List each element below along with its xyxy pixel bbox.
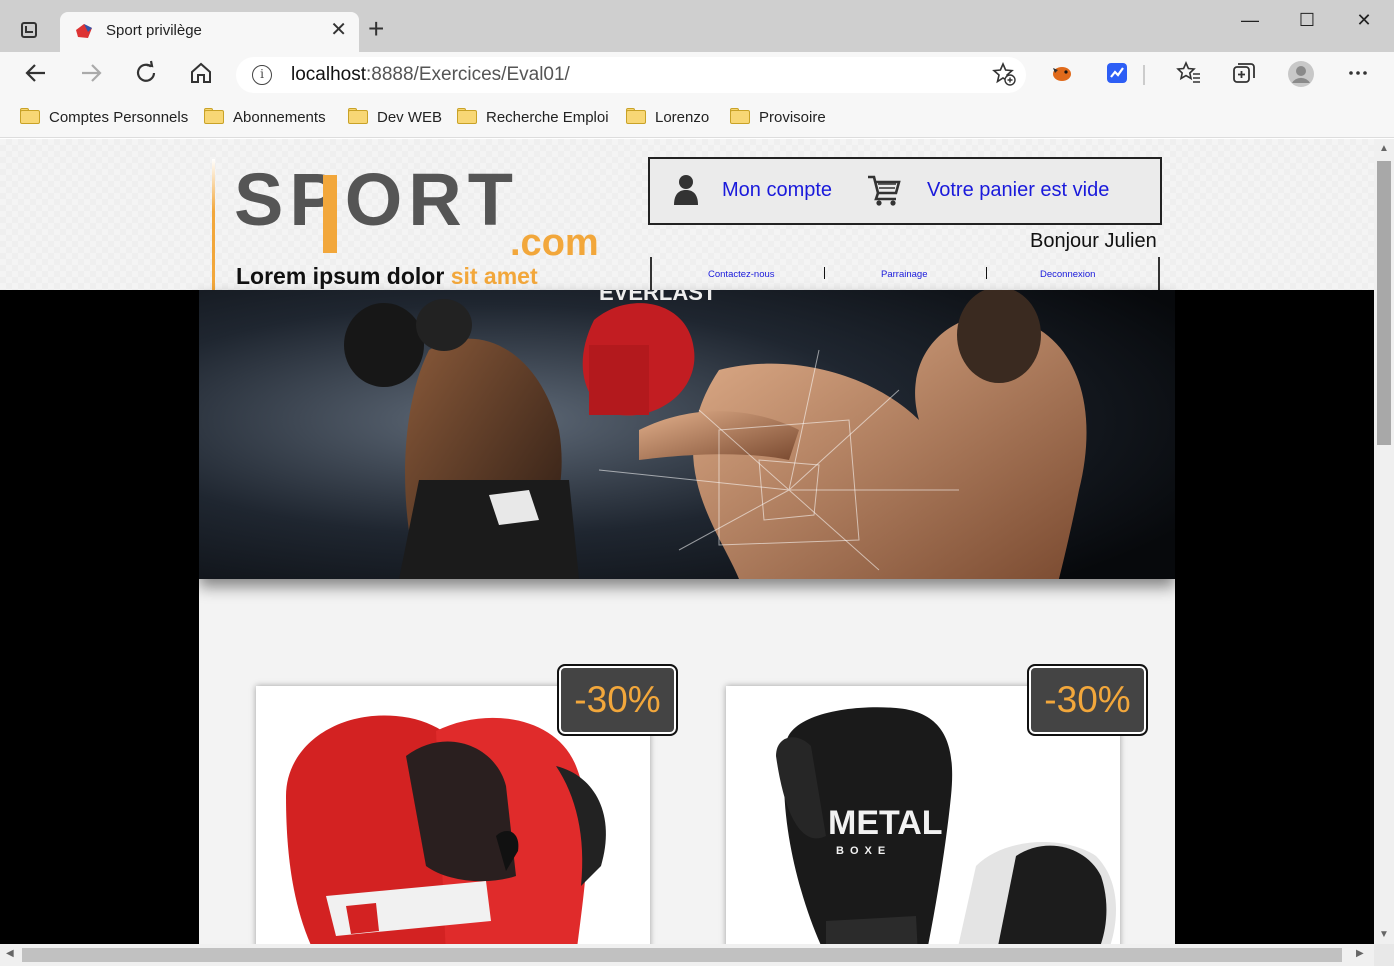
link-separator <box>824 267 825 279</box>
bookmark-folder[interactable]: Provisoire <box>730 108 826 128</box>
bookmarks-bar: Comptes Personnels Abonnements Dev WEB R… <box>0 98 1394 138</box>
logout-link[interactable]: Deconnexion <box>1040 269 1095 280</box>
link-separator <box>986 267 987 279</box>
bookmark-folder[interactable]: Comptes Personnels <box>20 108 188 128</box>
account-panel: Mon compte Votre panier est vide <box>648 157 1162 225</box>
svg-text:SPORT: SPORT <box>234 165 519 241</box>
new-tab-button[interactable]: + <box>368 14 384 44</box>
my-account-link[interactable]: Mon compte <box>722 179 832 202</box>
settings-more-icon[interactable] <box>1343 60 1373 90</box>
cart-icon[interactable] <box>866 173 902 207</box>
maximize-button[interactable]: ☐ <box>1284 6 1330 34</box>
contact-link[interactable]: Contactez-nous <box>708 269 775 280</box>
collections-icon[interactable] <box>1229 60 1259 90</box>
vertical-scroll-thumb[interactable] <box>1377 161 1391 445</box>
logo-accent-bar <box>212 159 215 290</box>
tab-close-icon[interactable]: ✕ <box>330 20 347 40</box>
svg-text:METAL: METAL <box>828 804 943 842</box>
site-info-icon[interactable]: i <box>252 65 272 85</box>
page-viewport: SPORT .com Lorem ipsum dolor sit amet Mo… <box>0 139 1374 944</box>
folder-icon <box>730 108 750 124</box>
forward-icon[interactable] <box>76 60 106 90</box>
horizontal-scroll-thumb[interactable] <box>22 948 1342 962</box>
scroll-left-icon[interactable]: ◀ <box>6 948 14 959</box>
extension-chart-icon[interactable] <box>1102 60 1132 90</box>
tab-title: Sport privilège <box>106 22 202 39</box>
url-text[interactable]: localhost:8888/Exercices/Eval01/ <box>291 64 570 86</box>
main-container: EVERLAST -30% METAL BOXE -30% <box>199 290 1175 944</box>
home-icon[interactable] <box>186 60 216 90</box>
folder-icon <box>20 108 40 124</box>
site-slogan: Lorem ipsum dolor sit amet <box>236 263 538 289</box>
scroll-up-icon[interactable]: ▲ <box>1377 143 1391 154</box>
account-links: Contactez-nous Parrainage Deconnexion <box>650 257 1160 290</box>
user-icon <box>674 175 698 205</box>
favorites-icon[interactable] <box>1174 60 1204 90</box>
horizontal-scrollbar[interactable]: ◀ ▶ <box>0 944 1374 966</box>
referral-link[interactable]: Parrainage <box>881 269 927 280</box>
folder-icon <box>204 108 224 124</box>
cart-status-link[interactable]: Votre panier est vide <box>927 179 1109 202</box>
site-header: SPORT .com Lorem ipsum dolor sit amet Mo… <box>0 139 1374 290</box>
discount-badge: -30% <box>1027 664 1148 736</box>
scroll-down-icon[interactable]: ▼ <box>1377 929 1391 940</box>
add-favorite-icon[interactable] <box>992 61 1016 92</box>
vertical-scrollbar[interactable]: ▲ ▼ <box>1374 139 1394 944</box>
bookmark-folder[interactable]: Abonnements <box>204 108 326 128</box>
extension-fish-icon[interactable] <box>1047 60 1077 90</box>
profile-avatar-icon[interactable] <box>1286 60 1316 90</box>
svg-text:BOXE: BOXE <box>836 845 891 857</box>
svg-text:.com: .com <box>510 222 599 257</box>
discount-badge: -30% <box>557 664 678 736</box>
hero-banner-image: EVERLAST <box>199 290 1175 579</box>
site-favicon-icon <box>76 24 92 38</box>
folder-icon <box>626 108 646 124</box>
back-icon[interactable] <box>21 60 51 90</box>
bookmark-folder[interactable]: Dev WEB <box>348 108 442 128</box>
folder-icon <box>348 108 368 124</box>
close-window-button[interactable]: ✕ <box>1341 6 1387 34</box>
bookmark-folder[interactable]: Recherche Emploi <box>457 108 609 128</box>
folder-icon <box>457 108 477 124</box>
active-tab[interactable]: Sport privilège ✕ <box>60 12 359 52</box>
sport-logo[interactable]: SPORT .com <box>234 165 634 257</box>
scroll-right-icon[interactable]: ▶ <box>1356 948 1364 959</box>
address-bar[interactable]: i localhost:8888/Exercices/Eval01/ <box>236 57 1026 93</box>
tab-strip: Sport privilège ✕ + — ☐ ✕ <box>0 0 1394 52</box>
greeting-text: Bonjour Julien <box>1030 230 1157 252</box>
browser-toolbar: i localhost:8888/Exercices/Eval01/ <box>0 52 1394 98</box>
tab-actions-icon[interactable] <box>18 19 42 43</box>
minimize-button[interactable]: — <box>1227 6 1273 34</box>
toolbar-divider <box>1143 65 1145 85</box>
scrollbar-corner <box>1374 944 1394 966</box>
bookmark-folder[interactable]: Lorenzo <box>626 108 709 128</box>
refresh-icon[interactable] <box>131 60 161 90</box>
svg-text:EVERLAST: EVERLAST <box>599 290 717 305</box>
